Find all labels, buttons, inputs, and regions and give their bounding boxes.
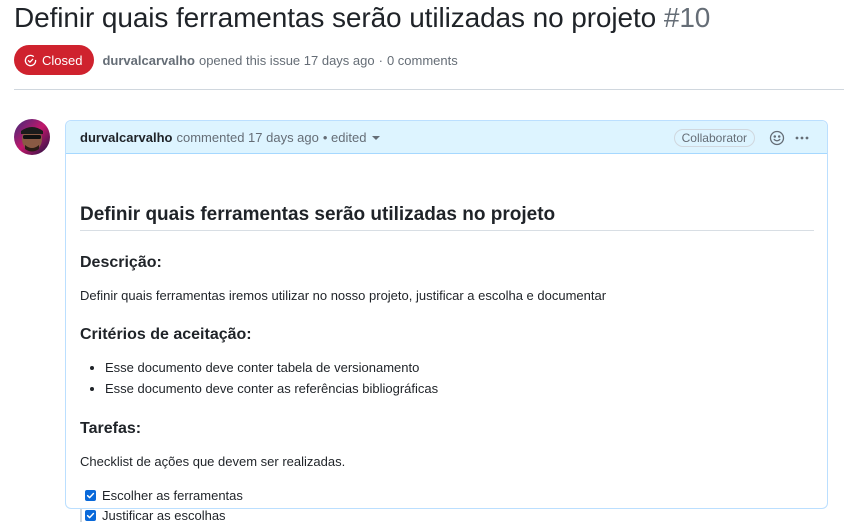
comment-author-link[interactable]: durvalcarvalho bbox=[80, 130, 173, 145]
description-text: Definir quais ferramentas iremos utiliza… bbox=[80, 288, 607, 303]
criteria-list: Esse documento deve conter tabela de ver… bbox=[80, 357, 438, 399]
edited-indicator[interactable]: • edited bbox=[323, 130, 367, 145]
body-heading: Definir quais ferramentas serão utilizad… bbox=[80, 204, 556, 225]
collaborator-badge: Collaborator bbox=[673, 128, 755, 147]
list-item: Esse documento deve conter tabela de ver… bbox=[105, 357, 438, 378]
task-checkbox[interactable] bbox=[85, 490, 96, 501]
status-badge-label: Closed bbox=[42, 52, 83, 68]
comment-header: durvalcarvalho commented 17 days ago • e… bbox=[66, 121, 827, 154]
header-divider bbox=[14, 89, 844, 90]
caret-down-icon[interactable] bbox=[372, 136, 381, 140]
comment-options-button[interactable] bbox=[791, 127, 813, 149]
add-reaction-button[interactable] bbox=[766, 127, 788, 149]
comments-count: 0 comments bbox=[386, 52, 458, 68]
criteria-heading: Critérios de aceitação: bbox=[80, 326, 252, 343]
comment-box: durvalcarvalho commented 17 days ago • e… bbox=[65, 120, 828, 523]
task-checkbox[interactable] bbox=[85, 510, 96, 521]
task-label: Justificar as escolhas bbox=[102, 508, 226, 523]
description-heading: Descrição: bbox=[80, 254, 162, 271]
issue-author-link[interactable]: durvalcarvalho bbox=[102, 53, 195, 68]
task-item: Escolher as ferramentas bbox=[85, 488, 243, 503]
list-item: Esse documento deve conter as referência… bbox=[105, 378, 438, 399]
kebab-horizontal-icon bbox=[795, 136, 809, 139]
tasks-intro: Checklist de ações que devem ser realiza… bbox=[80, 454, 346, 469]
heading-underline bbox=[80, 230, 814, 231]
timeline-line bbox=[80, 509, 82, 522]
issue-title: Definir quais ferramentas serão utilizad… bbox=[14, 2, 710, 34]
issue-closed-icon bbox=[24, 54, 37, 66]
issue-opened-text: opened this issue 17 days ago bbox=[198, 52, 375, 68]
task-label: Escolher as ferramentas bbox=[102, 488, 243, 503]
tasks-heading: Tarefas: bbox=[80, 420, 142, 437]
avatar[interactable] bbox=[14, 119, 50, 155]
comment-meta[interactable]: commented 17 days ago bbox=[177, 130, 319, 145]
smiley-icon bbox=[769, 130, 785, 145]
issue-meta: Closed durvalcarvalho opened this issue … bbox=[14, 45, 458, 75]
task-item: Justificar as escolhas bbox=[85, 508, 226, 523]
status-badge: Closed bbox=[14, 45, 95, 75]
issue-title-text: Definir quais ferramentas serão utilizad… bbox=[14, 2, 657, 33]
meta-separator: · bbox=[378, 52, 383, 68]
issue-number: #10 bbox=[663, 2, 711, 33]
